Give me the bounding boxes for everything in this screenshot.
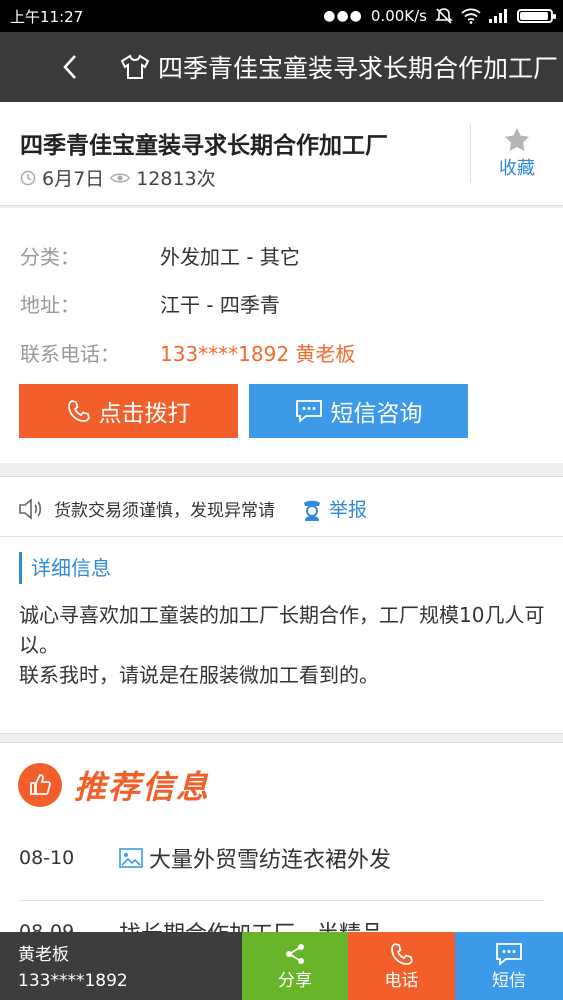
bottom-action-bar: 黄老板 133****1892 分享 电话 短信 bbox=[0, 932, 563, 1000]
speaker-icon bbox=[19, 497, 42, 520]
tshirt-icon bbox=[120, 54, 150, 79]
info-row-category: 分类： 外发加工 - 其它 bbox=[20, 241, 300, 270]
post-views: 12813次 bbox=[136, 168, 216, 190]
sms-label: 短信 bbox=[492, 970, 526, 991]
net-speed: 0.00K/s bbox=[370, 7, 427, 25]
post-meta: 6月7日 12813次 bbox=[20, 164, 216, 191]
divider bbox=[19, 900, 544, 901]
bottom-contact: 黄老板 133****1892 bbox=[0, 932, 242, 1000]
recommend-heading: 推荐信息 bbox=[74, 768, 211, 806]
recommend-header: 推荐信息 bbox=[18, 762, 210, 808]
signal-icon bbox=[489, 9, 507, 23]
category-key: 分类： bbox=[20, 245, 80, 269]
call-button[interactable]: 点击拨打 bbox=[19, 384, 238, 438]
call-label: 点击拨打 bbox=[98, 401, 191, 427]
detail-line-2: 联系我时，请说是在服装微加工看到的。 bbox=[19, 663, 379, 687]
divider bbox=[0, 536, 563, 537]
report-button[interactable]: 举报 bbox=[301, 495, 367, 522]
status-icons: ●●● 0.00K/s bbox=[323, 7, 556, 25]
police-icon bbox=[304, 500, 320, 521]
nav-title: 四季青佳宝童装寻求长期合作加工厂 bbox=[158, 54, 559, 83]
more-dots-icon: ●●● bbox=[323, 8, 363, 24]
status-time: 上午11:27 bbox=[10, 7, 84, 26]
nav-title-group: 四季青佳宝童装寻求长期合作加工厂 bbox=[120, 49, 558, 85]
phone-key: 联系电话： bbox=[20, 342, 120, 366]
phone-value[interactable]: 133****1892 黄老板 bbox=[160, 338, 355, 367]
favorite-button[interactable]: 收藏 bbox=[470, 124, 563, 182]
warning-text: 货款交易须谨慎，发现异常请 bbox=[54, 501, 275, 521]
eye-icon bbox=[110, 173, 131, 182]
back-button[interactable] bbox=[40, 32, 100, 102]
star-icon bbox=[505, 127, 529, 151]
post-title: 四季青佳宝童装寻求长期合作加工厂 bbox=[20, 133, 388, 159]
contact-phone: 133****1892 bbox=[18, 971, 128, 991]
address-value: 江干 - 四季青 bbox=[160, 293, 280, 317]
sms-consult-label: 短信咨询 bbox=[330, 401, 423, 427]
post-date: 6月7日 bbox=[42, 168, 105, 190]
sms-button[interactable]: 短信 bbox=[455, 932, 563, 1000]
detail-line-1: 诚心寻喜欢加工童装的加工厂长期合作，工厂规模10几人可以。 bbox=[19, 603, 545, 657]
favorite-label: 收藏 bbox=[499, 157, 535, 179]
share-icon bbox=[286, 943, 304, 964]
mute-icon bbox=[435, 8, 453, 24]
warning-row: 货款交易须谨慎，发现异常请 举报 bbox=[18, 495, 367, 522]
clock-icon bbox=[20, 170, 36, 185]
phone-icon bbox=[390, 942, 413, 965]
phone-label: 电话 bbox=[384, 970, 419, 991]
thumbs-up-icon bbox=[18, 763, 62, 807]
item-date: 08-10 bbox=[19, 847, 75, 869]
phone-icon bbox=[67, 400, 90, 422]
status-bar: 上午11:27 ●●● 0.00K/s bbox=[0, 0, 563, 32]
sms-consult-button[interactable]: 短信咨询 bbox=[249, 384, 468, 438]
share-label: 分享 bbox=[278, 970, 312, 991]
image-icon bbox=[119, 848, 143, 868]
battery-level bbox=[520, 12, 548, 20]
chat-icon bbox=[295, 400, 322, 423]
category-value: 外发加工 - 其它 bbox=[160, 245, 300, 269]
contact-name: 黄老板 bbox=[18, 945, 69, 965]
phone-button[interactable]: 电话 bbox=[348, 932, 455, 1000]
share-button[interactable]: 分享 bbox=[242, 932, 348, 1000]
chat-icon bbox=[496, 942, 522, 966]
detail-heading: 详细信息 bbox=[19, 552, 111, 584]
list-item[interactable]: 08-10 大量外贸雪纺连衣裙外发 bbox=[19, 842, 549, 874]
address-key: 地址： bbox=[20, 293, 80, 317]
chevron-left-icon bbox=[63, 55, 76, 79]
info-row-phone: 联系电话： 133****1892 黄老板 bbox=[20, 338, 355, 367]
detail-text: 诚心寻喜欢加工童装的加工厂长期合作，工厂规模10几人可以。 联系我时，请说是在服… bbox=[19, 600, 549, 690]
report-label: 举报 bbox=[329, 499, 368, 521]
top-nav-bar: 四季青佳宝童装寻求长期合作加工厂 bbox=[0, 32, 563, 102]
wifi-icon bbox=[461, 8, 481, 24]
battery-icon bbox=[517, 9, 556, 23]
info-row-address: 地址： 江干 - 四季青 bbox=[20, 289, 280, 318]
item-text: 大量外贸雪纺连衣裙外发 bbox=[149, 848, 392, 873]
